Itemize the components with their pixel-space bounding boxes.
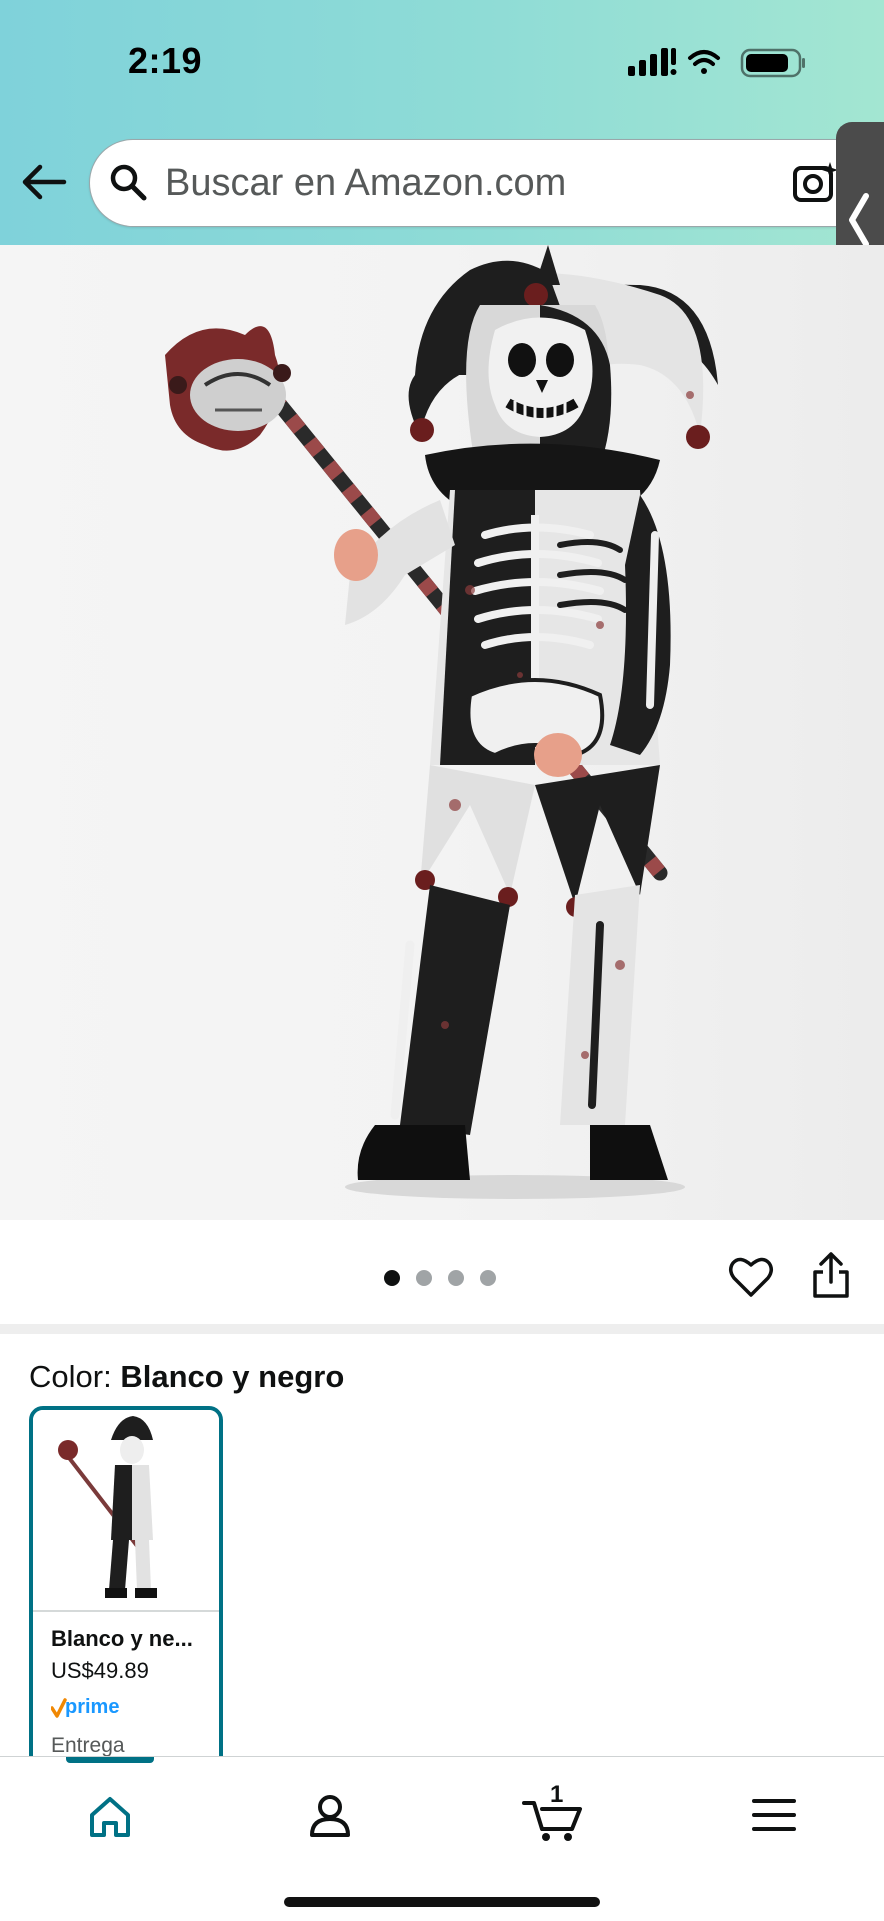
- prime-check-icon: [50, 1698, 67, 1718]
- back-arrow-icon[interactable]: [20, 158, 68, 206]
- nav-menu[interactable]: [744, 1785, 804, 1845]
- color-value: Blanco y negro: [120, 1359, 345, 1394]
- color-label: Color: Blanco y negro: [29, 1359, 344, 1395]
- share-icon[interactable]: [810, 1250, 852, 1300]
- status-icons: [626, 46, 806, 78]
- carousel-dot[interactable]: [416, 1270, 432, 1286]
- home-indicator[interactable]: [284, 1897, 600, 1907]
- prime-badge-text: prime: [65, 1696, 119, 1718]
- bottom-nav: 1: [0, 1756, 884, 1921]
- cellular-signal-icon: [628, 48, 677, 76]
- menu-icon: [752, 1799, 796, 1831]
- search-bar[interactable]: Buscar en Amazon.com: [89, 139, 884, 227]
- color-swatch-card[interactable]: Blanco y ne... US$49.89 prime Entrega: [29, 1406, 223, 1794]
- image-carousel-controls: [0, 1220, 884, 1324]
- color-label-prefix: Color:: [29, 1359, 112, 1394]
- search-input[interactable]: Buscar en Amazon.com: [165, 162, 566, 205]
- nav-home[interactable]: [80, 1785, 140, 1845]
- status-time: 2:19: [128, 40, 203, 81]
- prime-badge: prime: [50, 1694, 131, 1720]
- swatch-name: Blanco y ne...: [51, 1626, 193, 1651]
- jester-skeleton-costume-image: [165, 245, 718, 1199]
- battery-icon: [740, 48, 805, 78]
- product-image[interactable]: [0, 245, 884, 1220]
- swatch-delivery: Entrega: [51, 1734, 125, 1757]
- swatch-price: US$49.89: [51, 1658, 149, 1683]
- carousel-dot[interactable]: [384, 1270, 400, 1286]
- nav-account[interactable]: [300, 1785, 360, 1845]
- account-icon: [310, 1795, 350, 1837]
- carousel-dots[interactable]: [384, 1270, 496, 1286]
- camera-search-icon[interactable]: [792, 160, 838, 206]
- header: 2:19 Buscar en Amazon.com: [0, 0, 884, 318]
- carousel-dot[interactable]: [448, 1270, 464, 1286]
- swatch-thumbnail: [33, 1410, 219, 1612]
- cart-count: 1: [550, 1781, 564, 1808]
- home-icon: [90, 1797, 130, 1837]
- heart-icon[interactable]: [728, 1254, 774, 1300]
- search-icon: [108, 162, 148, 202]
- chevron-left-icon: [849, 193, 869, 247]
- wifi-icon: [688, 50, 720, 74]
- active-tab-indicator: [66, 1757, 154, 1763]
- carousel-dot[interactable]: [480, 1270, 496, 1286]
- section-divider: [0, 1324, 884, 1334]
- nav-cart[interactable]: 1: [522, 1781, 582, 1845]
